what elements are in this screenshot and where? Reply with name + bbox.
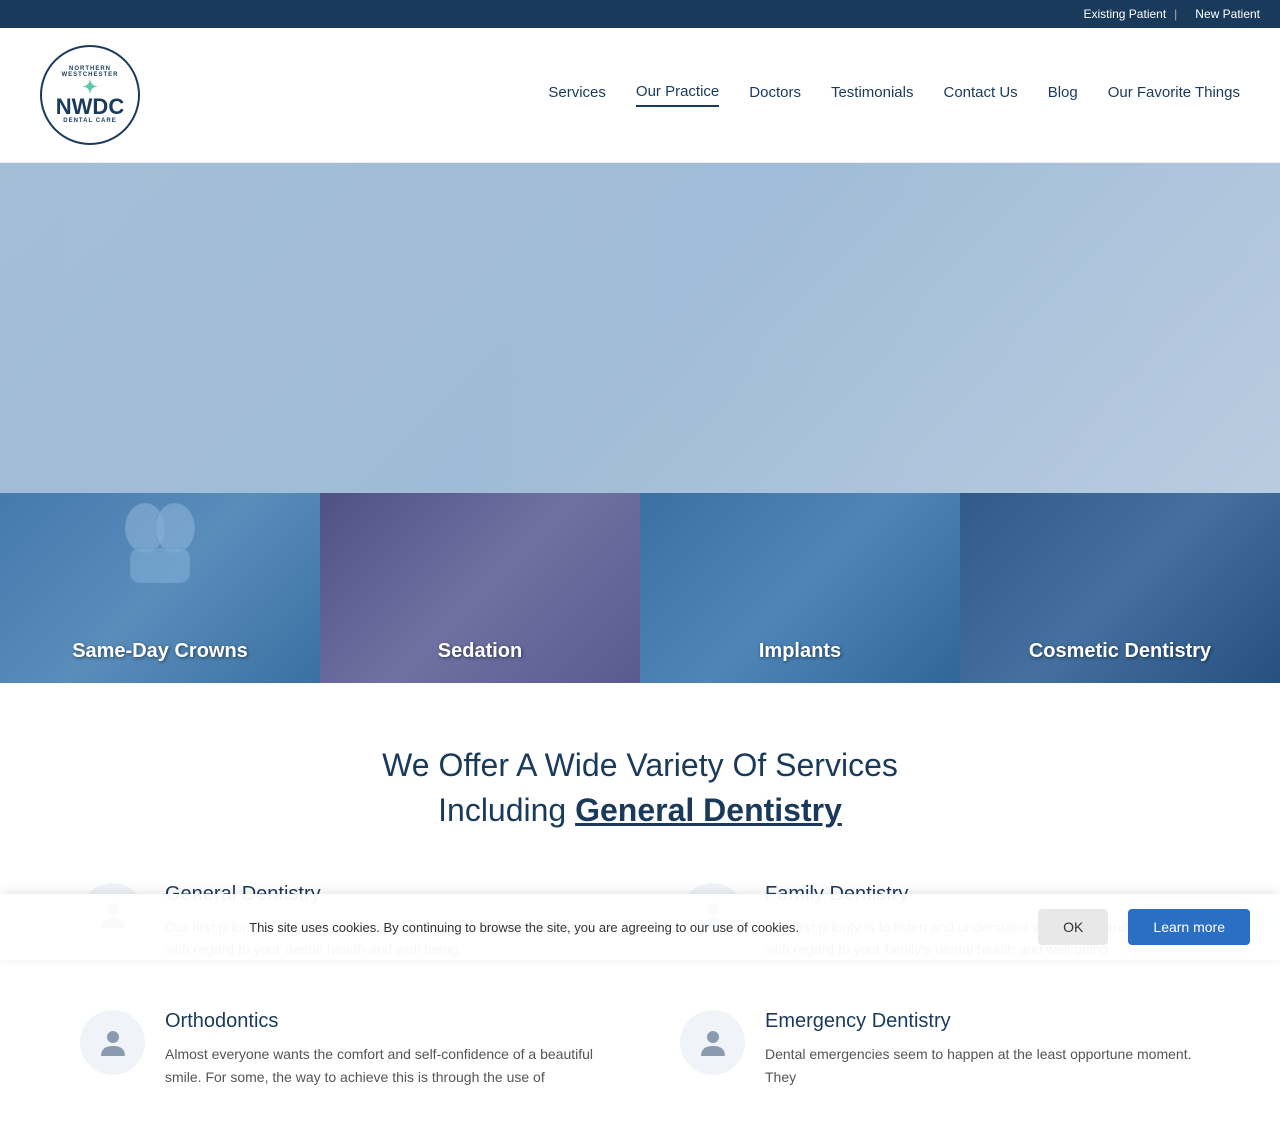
new-patient-link[interactable]: New Patient	[1195, 7, 1260, 21]
service-desc-emergency-dentistry: Dental emergencies seem to happen at the…	[765, 1043, 1200, 1088]
tile-label-sedation: Sedation	[438, 640, 522, 663]
tile-label-same-day-crowns: Same-Day Crowns	[72, 640, 248, 663]
service-card-emergency-dentistry: Emergency Dentistry Dental emergencies s…	[680, 1010, 1200, 1088]
service-icon-emergency-dentistry	[680, 1010, 745, 1075]
top-bar: Existing Patient | New Patient	[0, 0, 1280, 28]
service-tile-sedation[interactable]: Sedation	[320, 493, 640, 683]
section-title: We Offer A Wide Variety Of Services Incl…	[80, 743, 1200, 833]
existing-patient-link[interactable]: Existing Patient	[1083, 7, 1166, 21]
logo[interactable]: NORTHERN WESTCHESTER ✦ NWDC DENTAL CARE	[40, 45, 140, 145]
divider: |	[1174, 7, 1177, 21]
service-info-emergency-dentistry: Emergency Dentistry Dental emergencies s…	[765, 1010, 1200, 1088]
hero-background	[0, 163, 1280, 493]
person-icon-orthodontics	[98, 1028, 128, 1058]
service-title-orthodontics: Orthodontics	[165, 1010, 600, 1033]
tile-label-implants: Implants	[759, 640, 841, 663]
header: NORTHERN WESTCHESTER ✦ NWDC DENTAL CARE …	[0, 28, 1280, 163]
person-icon-emergency	[698, 1028, 728, 1058]
section-title-line2-bold: General Dentistry	[575, 792, 842, 828]
cookie-text: This site uses cookies. By continuing to…	[30, 920, 1018, 935]
service-title-emergency-dentistry: Emergency Dentistry	[765, 1010, 1200, 1033]
service-info-orthodontics: Orthodontics Almost everyone wants the c…	[165, 1010, 600, 1088]
service-icon-orthodontics	[80, 1010, 145, 1075]
nav-item-blog[interactable]: Blog	[1048, 84, 1078, 106]
tile-label-cosmetic-dentistry: Cosmetic Dentistry	[1029, 640, 1211, 663]
nav-item-our-practice[interactable]: Our Practice	[636, 83, 719, 107]
logo-circle: NORTHERN WESTCHESTER ✦ NWDC DENTAL CARE	[40, 45, 140, 145]
nav-item-doctors[interactable]: Doctors	[749, 84, 801, 106]
section-title-line2-normal: Including	[438, 792, 575, 828]
tooth-icon	[110, 498, 210, 598]
navigation: Services Our Practice Doctors Testimonia…	[548, 83, 1240, 107]
nav-item-testimonials[interactable]: Testimonials	[831, 84, 914, 106]
nav-item-contact-us[interactable]: Contact Us	[943, 84, 1017, 106]
service-desc-orthodontics: Almost everyone wants the comfort and se…	[165, 1043, 600, 1088]
hero-banner	[0, 163, 1280, 493]
logo-abbr: NWDC	[56, 96, 124, 118]
cookie-ok-button[interactable]: OK	[1038, 909, 1108, 945]
cookie-learn-more-button[interactable]: Learn more	[1128, 909, 1250, 945]
nav-item-our-favorite-things[interactable]: Our Favorite Things	[1108, 84, 1240, 106]
service-tile-implants[interactable]: Implants	[640, 493, 960, 683]
cookie-banner: This site uses cookies. By continuing to…	[0, 894, 1280, 960]
service-tile-cosmetic-dentistry[interactable]: Cosmetic Dentistry	[960, 493, 1280, 683]
nav-item-services[interactable]: Services	[548, 84, 606, 106]
logo-bottom-text: DENTAL CARE	[63, 118, 116, 124]
service-tiles: Same-Day Crowns Sedation Implants Cosmet…	[0, 493, 1280, 683]
service-card-orthodontics: Orthodontics Almost everyone wants the c…	[80, 1010, 600, 1088]
service-tile-same-day-crowns[interactable]: Same-Day Crowns	[0, 493, 320, 683]
section-title-line1: We Offer A Wide Variety Of Services	[382, 747, 898, 783]
